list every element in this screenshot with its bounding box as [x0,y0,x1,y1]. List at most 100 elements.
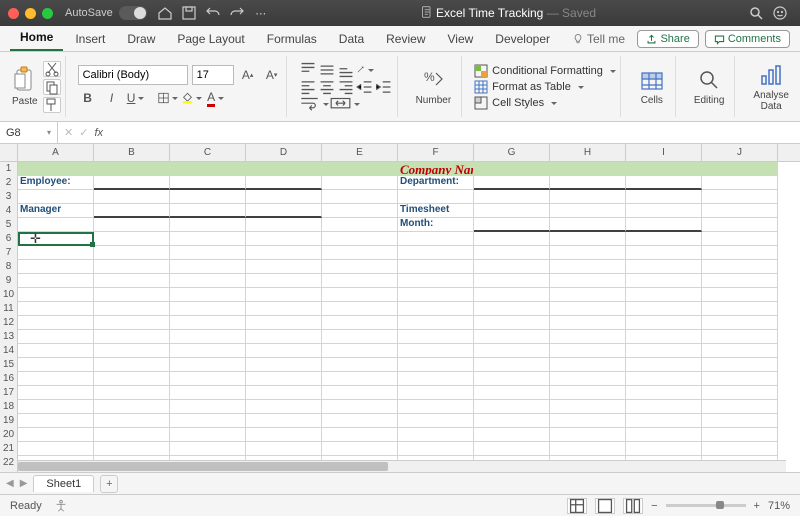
cell[interactable] [94,232,170,246]
tab-home[interactable]: Home [10,26,63,51]
cell[interactable] [702,414,778,428]
cell[interactable] [550,246,626,260]
wrap-text-icon[interactable] [299,97,329,111]
cell[interactable] [170,218,246,232]
zoom-out-button[interactable]: − [651,500,657,512]
cell[interactable] [702,204,778,218]
cell[interactable] [474,232,550,246]
cell[interactable] [550,274,626,288]
cell[interactable] [170,190,246,204]
cell[interactable] [322,176,398,190]
cell[interactable] [322,232,398,246]
cell[interactable]: Manager [18,204,94,218]
align-right-icon[interactable] [337,80,355,94]
tab-data[interactable]: Data [329,28,374,51]
home-icon[interactable] [157,5,173,21]
cell[interactable] [626,330,702,344]
account-icon[interactable] [772,5,788,21]
cell[interactable] [246,372,322,386]
cell[interactable] [170,274,246,288]
cell[interactable] [626,442,702,456]
cell[interactable] [702,344,778,358]
cell[interactable] [94,190,170,204]
sheet-tab[interactable]: Sheet1 [33,475,94,492]
copy-icon[interactable] [43,79,61,95]
cell[interactable] [18,414,94,428]
cell[interactable] [702,358,778,372]
cell[interactable] [246,428,322,442]
cell[interactable] [702,330,778,344]
cell[interactable] [94,260,170,274]
cell[interactable] [398,232,474,246]
cell[interactable] [474,218,550,232]
redo-icon[interactable] [229,5,245,21]
cell[interactable] [18,386,94,400]
cell[interactable] [322,358,398,372]
cell[interactable] [702,274,778,288]
cell[interactable] [18,288,94,302]
decrease-font-icon[interactable]: A▾ [262,65,282,85]
cell[interactable] [474,162,550,176]
page-break-view-icon[interactable] [623,498,643,514]
sheet-nav-next-icon[interactable]: ▶ [20,478,28,489]
cell[interactable] [170,316,246,330]
cell[interactable] [626,190,702,204]
cell[interactable] [18,190,94,204]
search-icon[interactable] [748,5,764,21]
align-middle-icon[interactable] [318,63,336,77]
cell[interactable] [94,302,170,316]
cell[interactable] [702,260,778,274]
increase-font-icon[interactable]: A▴ [238,65,258,85]
cell[interactable] [322,246,398,260]
cell[interactable] [322,386,398,400]
add-sheet-button[interactable]: + [100,475,118,493]
fill-color-button[interactable] [182,88,202,108]
cell[interactable] [94,442,170,456]
cell[interactable] [702,302,778,316]
cell[interactable] [626,204,702,218]
cell[interactable] [170,260,246,274]
cell[interactable] [398,316,474,330]
cancel-formula-icon[interactable]: ✕ [64,126,73,139]
cell[interactable] [246,190,322,204]
tell-me[interactable]: Tell me [562,28,635,51]
cell[interactable] [246,218,322,232]
cell[interactable] [322,204,398,218]
cell[interactable] [398,442,474,456]
cell[interactable] [246,358,322,372]
cell[interactable] [246,274,322,288]
cell[interactable] [398,372,474,386]
decrease-indent-icon[interactable] [356,80,374,94]
cell[interactable] [474,414,550,428]
italic-button[interactable]: I [102,88,122,108]
cell[interactable] [170,428,246,442]
cell[interactable] [550,302,626,316]
cell[interactable] [170,400,246,414]
cell[interactable] [550,344,626,358]
cell[interactable] [626,344,702,358]
cell[interactable] [626,288,702,302]
cell[interactable] [18,400,94,414]
cell[interactable] [18,442,94,456]
cell[interactable] [322,162,398,176]
cell[interactable] [626,372,702,386]
cell[interactable] [94,162,170,176]
cell[interactable] [170,302,246,316]
cell[interactable] [94,386,170,400]
cell[interactable] [94,288,170,302]
cell[interactable] [94,218,170,232]
cell[interactable] [474,260,550,274]
tab-formulas[interactable]: Formulas [257,28,327,51]
cell[interactable] [702,218,778,232]
cell[interactable] [170,288,246,302]
page-layout-view-icon[interactable] [595,498,615,514]
cell[interactable] [474,288,550,302]
window-controls[interactable] [8,8,53,19]
cell[interactable] [170,162,246,176]
cell[interactable] [94,204,170,218]
cell[interactable] [246,414,322,428]
share-button[interactable]: Share [637,30,698,48]
cell[interactable] [474,358,550,372]
cell[interactable] [550,218,626,232]
cell[interactable] [246,176,322,190]
